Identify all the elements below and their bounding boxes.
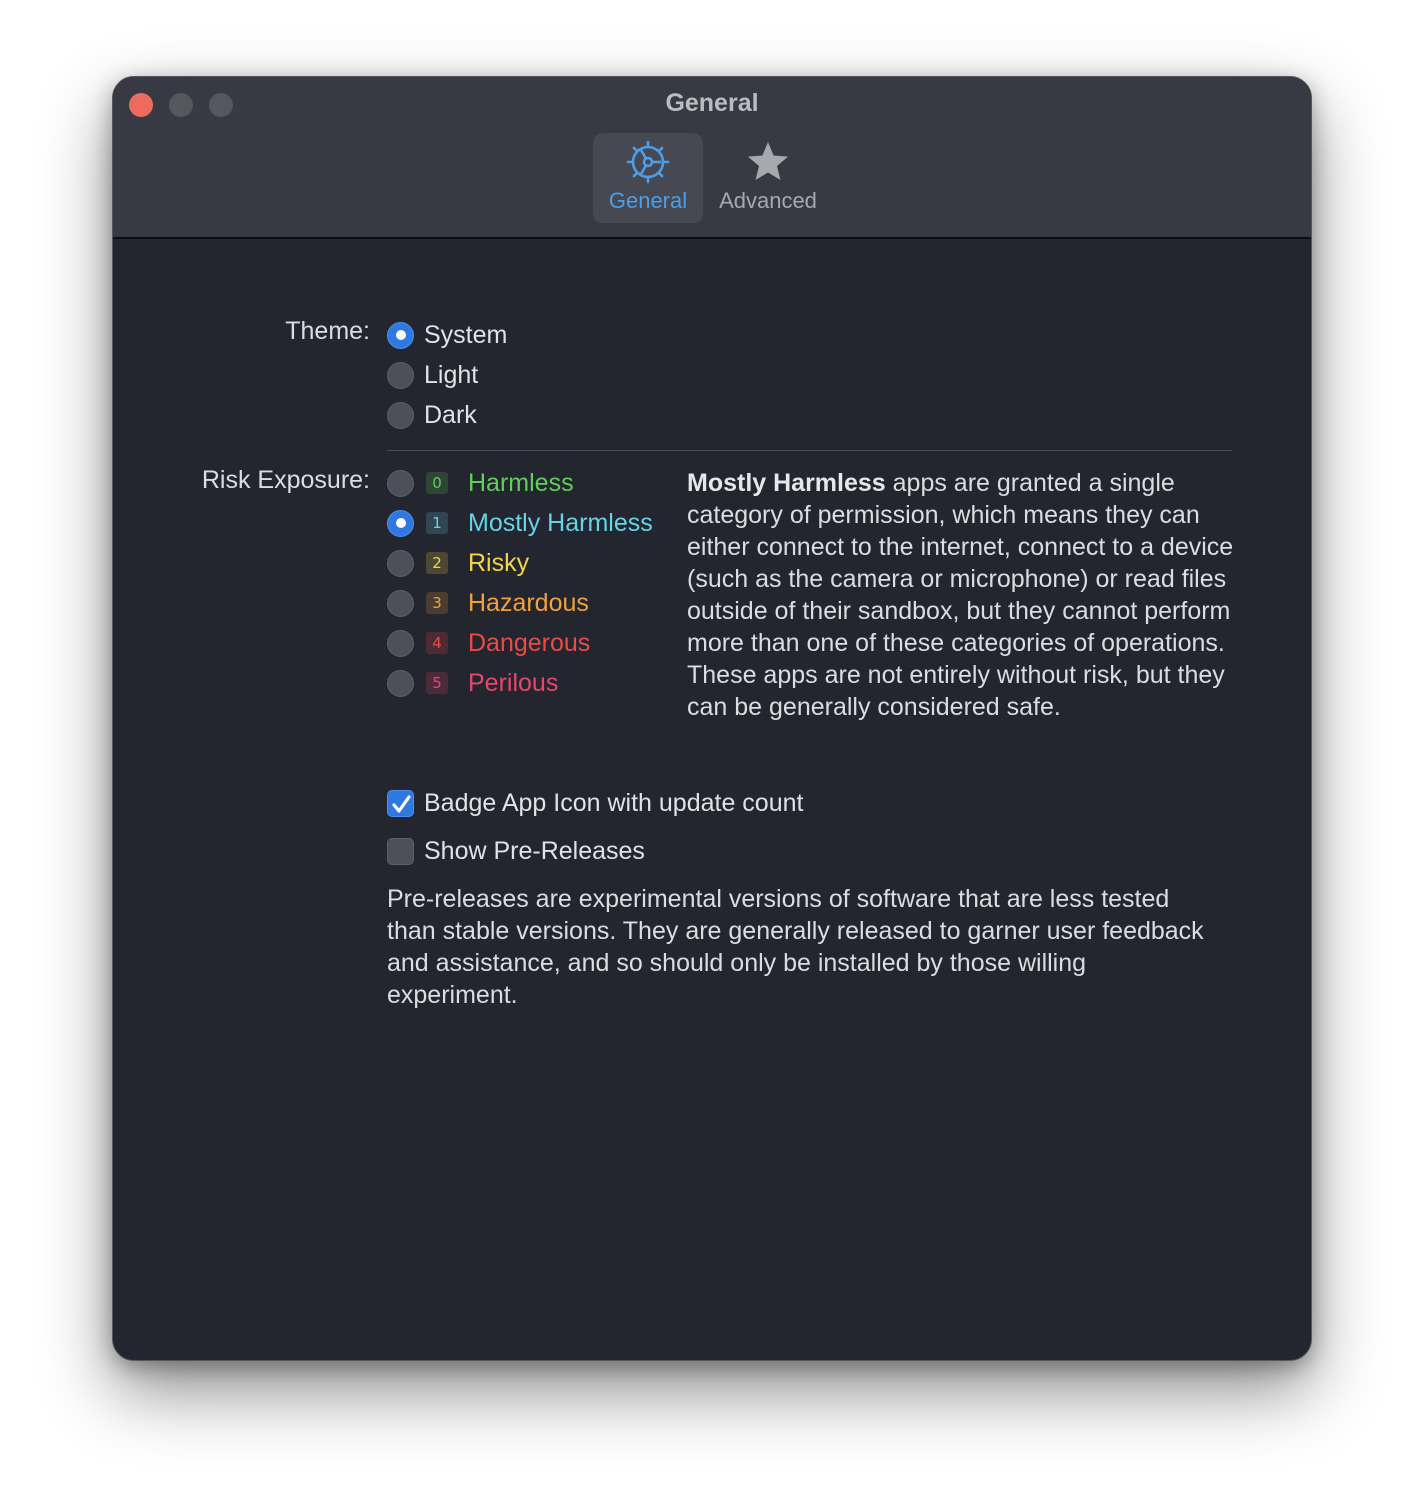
risk-option-label: Harmless [468,468,574,497]
theme-option-dark[interactable]: Dark [387,398,477,432]
theme-option-light[interactable]: Light [387,358,478,392]
star-icon [745,139,791,190]
risk-description-text: apps are granted a single category of pe… [687,469,1234,721]
risk-radio[interactable] [387,509,414,537]
tab-general[interactable]: General [593,133,703,223]
theme-option-label: System [424,320,508,349]
risk-level-badge: 0 [426,472,448,494]
theme-option-label: Dark [424,400,477,429]
risk-option[interactable]: 4 Dangerous [387,626,590,660]
prerelease-checkbox[interactable] [387,837,414,865]
risk-option[interactable]: 3 Hazardous [387,586,589,620]
risk-level-badge: 2 [426,552,448,574]
risk-exposure-label: Risk Exposure: [201,466,370,494]
theme-option-label: Light [424,360,479,389]
risk-level-badge: 3 [426,592,448,614]
risk-option-label: Hazardous [468,588,589,617]
risk-radio[interactable] [387,629,414,657]
general-pane: Theme: System Light Dark Risk Exposure: … [113,239,1311,1360]
badge-app-icon-option[interactable]: Badge App Icon with update count [387,786,803,820]
risk-radio[interactable] [387,589,414,617]
radio-system[interactable] [387,321,414,349]
show-prereleases-option[interactable]: Show Pre-Releases [387,834,645,868]
prerelease-label: Show Pre-Releases [424,836,645,865]
risk-level-badge: 1 [426,512,448,534]
risk-radio[interactable] [387,669,414,697]
risk-option-label: Risky [468,548,530,577]
theme-option-system[interactable]: System [387,318,507,352]
risk-option-label: Perilous [468,668,559,697]
divider [387,450,1232,451]
badge-label: Badge App Icon with update count [424,788,804,817]
tab-advanced[interactable]: Advanced [709,133,827,223]
risk-option-label: Dangerous [468,628,591,657]
checkmark-icon [392,794,411,813]
risk-option[interactable]: 2 Risky [387,546,529,580]
risk-description: Mostly Harmless apps are granted a singl… [687,467,1237,723]
gear-icon [625,139,671,190]
risk-radio[interactable] [387,549,414,577]
prerelease-description: Pre-releases are experimental versions o… [387,885,1204,1009]
preferences-window: General General Advanced Theme: System L… [112,76,1312,1361]
theme-label: Theme: [285,317,370,345]
radio-light[interactable] [387,361,414,389]
risk-level-badge: 4 [426,632,448,654]
risk-radio[interactable] [387,469,414,497]
risk-option[interactable]: 1 Mostly Harmless [387,506,653,540]
risk-option[interactable]: 5 Perilous [387,666,558,700]
titlebar: General General Advanced [113,77,1311,239]
risk-level-badge: 5 [426,672,448,694]
risk-option-label: Mostly Harmless [468,508,653,537]
risk-option[interactable]: 0 Harmless [387,466,574,500]
radio-dark[interactable] [387,401,414,429]
tab-label-advanced: Advanced [719,188,817,213]
badge-checkbox[interactable] [387,789,414,817]
window-title: General [665,89,759,117]
tab-label-general: General [608,188,688,213]
risk-description-title: Mostly Harmless [687,469,886,497]
